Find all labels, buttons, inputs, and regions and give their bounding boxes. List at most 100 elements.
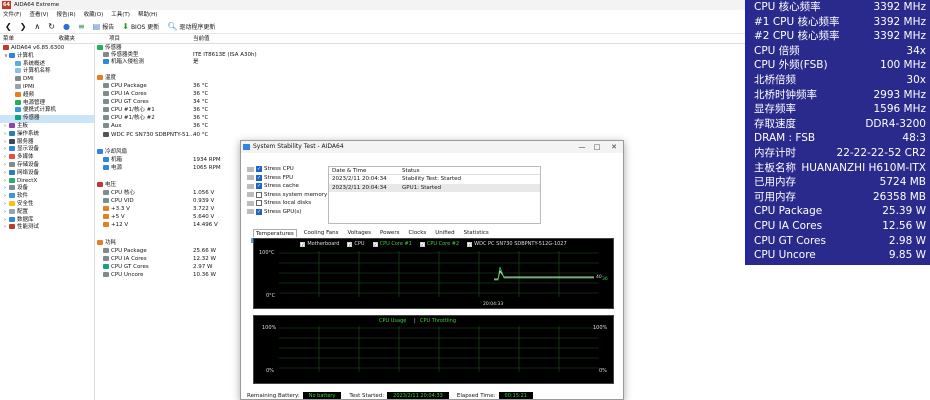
tab-unified[interactable]: Unified bbox=[433, 229, 456, 237]
sensor-row[interactable]: CPU Uncore 10.36 W bbox=[103, 272, 216, 279]
tab-clocks[interactable]: Clocks bbox=[406, 229, 428, 237]
tab-voltages[interactable]: Voltages bbox=[345, 229, 373, 237]
section-header[interactable]: 功耗 bbox=[97, 240, 116, 247]
tab-statistics[interactable]: Statistics bbox=[462, 229, 491, 237]
stress-option[interactable]: ✓ Stress FPU bbox=[247, 174, 331, 183]
window-titlebar[interactable]: AIDA64 Extreme bbox=[0, 0, 745, 10]
sidebar-item[interactable]: DMI bbox=[0, 76, 94, 84]
close-button[interactable]: ✕ bbox=[606, 141, 622, 153]
refresh-button[interactable]: ↻ bbox=[46, 22, 57, 31]
bios-update-button[interactable]: ⬇ BIOS 更新 bbox=[120, 22, 161, 31]
minimize-button[interactable]: — bbox=[574, 141, 590, 153]
stress-checkbox[interactable]: ✓ bbox=[256, 174, 262, 181]
menu-favorites[interactable]: 收藏(O) bbox=[84, 10, 104, 20]
sidebar-item[interactable]: 便携式计算机 bbox=[0, 107, 94, 115]
sensor-row[interactable]: CPU Package 36 °C bbox=[103, 83, 208, 90]
sensor-row[interactable]: CPU IA Cores 36 °C bbox=[103, 91, 208, 98]
stress-option[interactable]: ✓ Stress GPU(s) bbox=[247, 208, 331, 217]
back-button[interactable]: ❮ bbox=[3, 22, 14, 31]
section-header[interactable]: 电压 bbox=[97, 182, 116, 189]
sidebar-item[interactable]: IPMI bbox=[0, 83, 94, 92]
menu-help[interactable]: 帮助(H) bbox=[138, 10, 157, 20]
report-button[interactable]: ▤ 报告 bbox=[91, 22, 117, 31]
section-header[interactable]: 冷却风扇 bbox=[97, 149, 127, 156]
section-header[interactable]: 传感器 bbox=[97, 45, 122, 52]
stress-option[interactable]: ✓ Stress cache bbox=[247, 182, 331, 191]
stress-checkbox[interactable]: ✓ bbox=[256, 183, 262, 190]
legend-ssd[interactable]: ✓ WDC PC SN730 SDBPNTY-512G-1027 bbox=[467, 240, 567, 248]
sidebar-item[interactable]: › 多媒体 bbox=[0, 154, 94, 162]
sidebar-item[interactable]: › 主板 bbox=[0, 122, 94, 131]
column-item-header[interactable]: 项目 bbox=[109, 36, 120, 42]
tab-temperatures[interactable]: Temperatures bbox=[253, 229, 297, 237]
tab-cooling-fans[interactable]: Cooling Fans bbox=[302, 229, 341, 237]
sensor-row[interactable]: CPU GT Cores 34 °C bbox=[103, 99, 208, 106]
sidebar-item[interactable]: › 性能测试 bbox=[0, 224, 94, 232]
section-header[interactable]: 温度 bbox=[97, 75, 116, 82]
sensor-row[interactable]: CPU #1/核心 #1 36 °C bbox=[103, 107, 208, 114]
sidebar-item[interactable]: › 配置 bbox=[0, 208, 94, 217]
sidebar-item[interactable]: ∨ 计算机 bbox=[0, 52, 94, 61]
stress-checkbox[interactable]: ✓ bbox=[256, 166, 262, 173]
sidebar-item[interactable]: › 操作系统 bbox=[0, 130, 94, 139]
sensor-row[interactable]: CPU GT Cores 2.97 W bbox=[103, 264, 212, 271]
cpu-temp-icon bbox=[103, 91, 109, 96]
forward-button[interactable]: ❯ bbox=[18, 22, 29, 31]
menu-view[interactable]: 查看(V) bbox=[29, 10, 48, 20]
sensor-row[interactable]: 电源 1065 RPM bbox=[103, 165, 221, 172]
column-value-header[interactable]: 当前值 bbox=[193, 35, 210, 44]
sidebar-item[interactable]: 传感器 bbox=[0, 115, 94, 123]
stress-option[interactable]: ✓ Stress CPU bbox=[247, 165, 331, 174]
sidebar-item[interactable]: › 软件 bbox=[0, 193, 94, 201]
computer-name-icon bbox=[15, 68, 21, 74]
sidebar-item[interactable]: › DirectX bbox=[0, 177, 94, 186]
sensor-row[interactable]: +12 V 14.496 V bbox=[103, 222, 218, 229]
sensor-icon bbox=[15, 115, 21, 121]
sensor-row[interactable]: +5 V 5.640 V bbox=[103, 214, 214, 221]
sidebar-item[interactable]: › 设备 bbox=[0, 185, 94, 193]
sidebar-favorites-tab[interactable]: 收藏夹 bbox=[58, 35, 75, 43]
sidebar-item[interactable]: › 存储设备 bbox=[0, 161, 94, 170]
legend-cpu-core-2[interactable]: ✓ CPU Core #2 bbox=[419, 240, 459, 248]
sensor-row[interactable]: Aux 36 °C bbox=[103, 123, 208, 130]
sensor-row[interactable]: 传感器类型 ITE IT8613E (ISA A30h) bbox=[103, 52, 257, 59]
stress-checkbox[interactable]: ✓ bbox=[256, 208, 262, 215]
sensor-row[interactable]: CPU 核心 1.056 V bbox=[103, 190, 214, 197]
sidebar-item[interactable]: 超频 bbox=[0, 91, 94, 100]
menu-file[interactable]: 文件(F) bbox=[3, 10, 21, 20]
menu-tools[interactable]: 工具(T) bbox=[111, 10, 130, 20]
sensor-row[interactable]: 机箱 1934 RPM bbox=[103, 157, 221, 164]
sidebar-item[interactable]: AIDA64 v6.85.6300 bbox=[0, 45, 94, 53]
user-button[interactable]: ● bbox=[61, 22, 72, 31]
stress-option[interactable]: Stress system memory bbox=[247, 191, 331, 200]
legend-cpu-core-1[interactable]: ✓ CPU Core #1 bbox=[372, 240, 412, 248]
menu-report[interactable]: 报告(R) bbox=[57, 10, 76, 20]
sensor-row[interactable]: WDC PC SN730 SDBPNTY-51... 40 °C bbox=[103, 132, 208, 139]
legend-cpu[interactable]: ✓ CPU bbox=[347, 240, 365, 248]
sidebar-menu-tab[interactable]: 菜单 bbox=[3, 35, 14, 43]
sensor-row[interactable]: +3.3 V 3.722 V bbox=[103, 206, 214, 213]
dialog-titlebar[interactable]: System Stability Test - AIDA64 bbox=[241, 141, 623, 153]
maximize-button[interactable]: □ bbox=[589, 141, 605, 153]
sidebar-item[interactable]: › 安全性 bbox=[0, 200, 94, 209]
sensor-row[interactable]: 机箱入侵检测 是 bbox=[103, 59, 199, 66]
legend-motherboard[interactable]: ✓ Motherboard bbox=[300, 240, 339, 248]
sidebar-item[interactable]: › 数据库 bbox=[0, 216, 94, 225]
chart-button[interactable]: ≡ bbox=[76, 22, 87, 31]
sidebar-item[interactable]: 计算机名称 bbox=[0, 68, 94, 76]
sidebar-item[interactable]: › 显示设备 bbox=[0, 146, 94, 154]
stress-checkbox[interactable] bbox=[256, 200, 262, 207]
sensor-row[interactable]: CPU #1/核心 #2 36 °C bbox=[103, 115, 208, 122]
sidebar-item[interactable]: › 网络设备 bbox=[0, 169, 94, 178]
stress-option[interactable]: Stress local disks bbox=[247, 199, 331, 208]
sidebar-item[interactable]: › 服务器 bbox=[0, 138, 94, 147]
sensor-row[interactable]: CPU IA Cores 12.32 W bbox=[103, 256, 216, 263]
driver-update-button[interactable]: 🔍︎ 驱动程序更新 bbox=[165, 22, 217, 31]
osd-label: CPU 核心频率 bbox=[754, 1, 821, 13]
tab-powers[interactable]: Powers bbox=[378, 229, 402, 237]
graph2-legend-throttling: CPU Throttling bbox=[420, 318, 456, 324]
stress-checkbox[interactable] bbox=[256, 191, 262, 198]
sensor-row[interactable]: CPU Package 25.66 W bbox=[103, 248, 216, 255]
sensor-row[interactable]: CPU VID 0.939 V bbox=[103, 198, 214, 205]
up-button[interactable]: ∧ bbox=[32, 22, 42, 31]
